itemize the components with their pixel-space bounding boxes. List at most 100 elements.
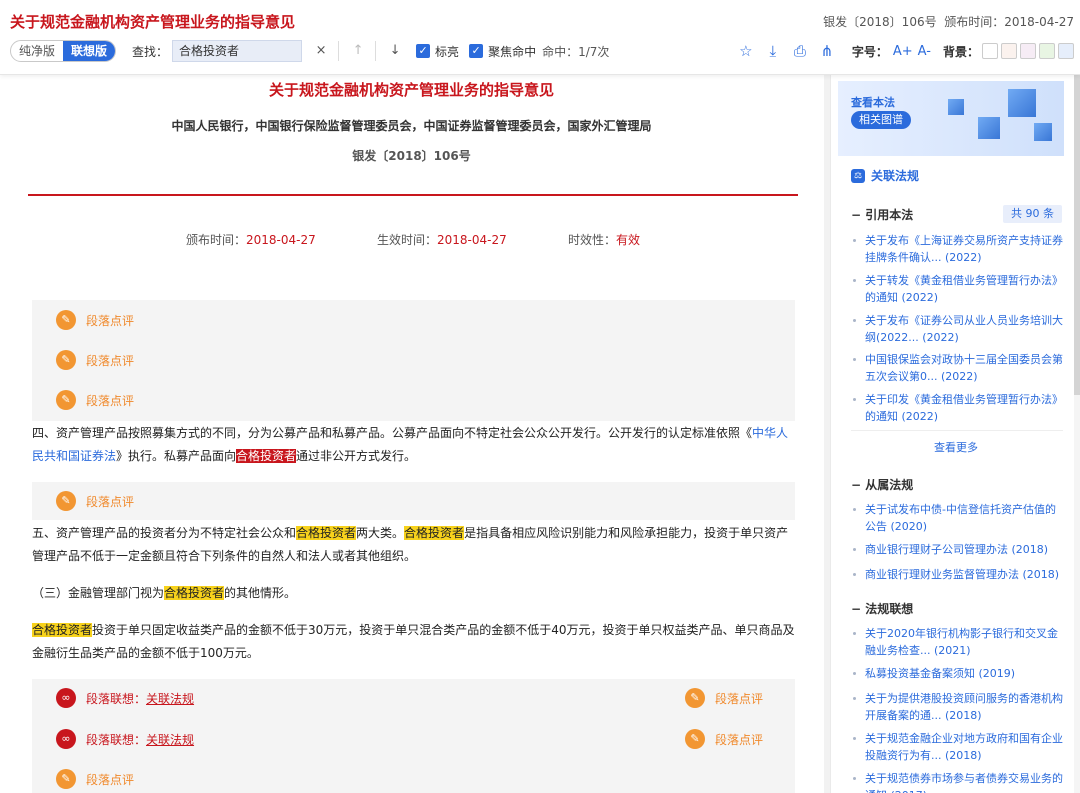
share-icon[interactable]: ⋔ bbox=[816, 40, 838, 62]
search-hit: 合格投资者 bbox=[296, 526, 357, 540]
sidebar-scrollbar[interactable] bbox=[1074, 75, 1080, 793]
sub-item[interactable]: 关于试发布中债-中信登信托资产估值的公告 (2020) bbox=[851, 501, 1063, 535]
article-issuers: 中国人民银行，中国银行保险监督管理委员会，中国证券监督管理委员会，国家外汇管理局 bbox=[171, 119, 652, 133]
paragraph-comment-button[interactable]: ✎ 段落点评 bbox=[56, 769, 134, 789]
assoc-item[interactable]: 关于规范债券市场参与者债券交易业务的通知 (2017) bbox=[851, 770, 1063, 793]
section-title-text: 关联法规 bbox=[871, 169, 920, 183]
paragraph-comment-button[interactable]: ✎ 段落点评 bbox=[56, 350, 134, 370]
paragraph-comment-button[interactable]: ✎ 段落点评 bbox=[685, 688, 763, 708]
document-tools: ☆ ⤓ ⎙ ⋔ 字号： A+ A- 背景： bbox=[730, 40, 1074, 62]
cite-item[interactable]: 关于印发《黄金租借业务管理暂行办法》的通知 (2022) bbox=[851, 391, 1063, 425]
assoc-item[interactable]: 关于规范金融企业对地方政府和国有企业投融资行为有... (2018) bbox=[851, 730, 1063, 764]
paragraph-7: 合格投资者投资于单只固定收益类产品的金额不低于30万元，投资于单只混合类产品的金… bbox=[32, 619, 797, 665]
comment-label: 段落点评 bbox=[715, 691, 764, 706]
related-laws-sidebar: 查看本法 相关图谱 ⚖ 关联法规 − 引用本法 共 90 条 关于发布《上海证券交… bbox=[830, 75, 1080, 793]
font-increase-button[interactable]: A+ bbox=[893, 44, 913, 59]
cite-item[interactable]: 关于转发《黄金租借业务管理暂行办法》的通知 (2022) bbox=[851, 272, 1063, 306]
hit-count: 命中：1/7次 bbox=[542, 44, 610, 59]
paragraph-text: 的其他情形。 bbox=[224, 586, 297, 600]
assoc-item[interactable]: 关于为提供港股投资顾问服务的香港机构开展备案的通... (2018) bbox=[851, 690, 1063, 724]
sub-item[interactable]: 商业银行理财子公司管理办法 (2018) bbox=[851, 541, 1063, 558]
shield-icon: ⚖ bbox=[851, 168, 865, 183]
search-hit: 合格投资者 bbox=[164, 586, 225, 600]
highlight-label: 标亮 bbox=[435, 44, 460, 59]
assoc-group-title[interactable]: − 法规联想 bbox=[851, 600, 913, 617]
download-icon[interactable]: ⤓ bbox=[762, 40, 784, 62]
assoc-item[interactable]: 私募投资基金备案须知 (2019) bbox=[851, 665, 1063, 682]
title-divider bbox=[28, 194, 798, 196]
meta-status-label: 时效性： bbox=[568, 233, 617, 247]
comment-label: 段落点评 bbox=[715, 732, 764, 747]
cite-item[interactable]: 中国银保监会对政协十三届全国委员会第五次会议第0... (2022) bbox=[851, 351, 1063, 385]
next-hit-icon[interactable]: ↓ bbox=[384, 40, 406, 62]
highlight-checkbox[interactable]: ✓ bbox=[416, 44, 431, 58]
sub-group-label: 从属法规 bbox=[865, 478, 914, 492]
meta-status: 时效性：有效 bbox=[568, 231, 640, 248]
top-toolbar: 关于规范金融机构资产管理业务的指导意见 银发〔2018〕106号 颁布时间：20… bbox=[0, 0, 1080, 75]
cite-group-title[interactable]: − 引用本法 bbox=[851, 206, 913, 223]
document-title: 关于规范金融机构资产管理业务的指导意见 bbox=[10, 13, 296, 31]
background-label: 背景： bbox=[942, 44, 979, 59]
link-label: 段落联想： bbox=[86, 691, 147, 706]
comment-label: 段落点评 bbox=[86, 494, 135, 509]
graph-button[interactable]: 相关图谱 bbox=[851, 111, 911, 129]
favorite-star-icon[interactable]: ☆ bbox=[735, 40, 757, 62]
background-swatch[interactable] bbox=[1020, 43, 1036, 59]
background-swatch[interactable] bbox=[1001, 43, 1017, 59]
view-more-link[interactable]: 查看更多 bbox=[831, 439, 1080, 455]
previous-hit-icon[interactable]: ↑ bbox=[347, 40, 369, 62]
article-doc-number: 银发〔2018〕106号 bbox=[352, 149, 471, 163]
sub-group-title[interactable]: − 从属法规 bbox=[851, 476, 913, 493]
scrollbar-thumb[interactable] bbox=[1074, 75, 1080, 395]
background-swatches bbox=[979, 43, 1074, 59]
assoc-item[interactable]: 关于2020年银行机构影子银行和交叉金融业务检查... (2021) bbox=[851, 625, 1063, 659]
paragraph-link-button[interactable]: ∞ 段落联想： 关联法规 bbox=[56, 688, 194, 708]
background-swatch[interactable] bbox=[982, 43, 998, 59]
cite-item[interactable]: 关于发布《证券公司从业人员业务培训大纲(2022... (2022) bbox=[851, 312, 1063, 346]
meta-issue-value: 2018-04-27 bbox=[246, 233, 316, 247]
paragraph-comment-button[interactable]: ✎ 段落点评 bbox=[56, 390, 134, 410]
paragraph-comment-button[interactable]: ✎ 段落点评 bbox=[56, 310, 134, 330]
edit-icon: ✎ bbox=[56, 350, 76, 370]
related-laws-link[interactable]: 关联法规 bbox=[146, 731, 194, 748]
background-swatch[interactable] bbox=[1039, 43, 1055, 59]
related-laws-link[interactable]: 关联法规 bbox=[146, 690, 194, 707]
clear-search-icon[interactable]: × bbox=[310, 40, 332, 62]
document-meta: 银发〔2018〕106号 颁布时间：2018-04-27 bbox=[823, 13, 1074, 30]
meta-issue-date: 颁布时间：2018-04-27 bbox=[186, 231, 316, 248]
paragraph-text: （三）金融管理部门视为 bbox=[32, 586, 165, 600]
paragraph-text: 》执行。私募产品面向 bbox=[116, 449, 237, 463]
mode-plain-button[interactable]: 纯净版 bbox=[11, 41, 63, 61]
comment-label: 段落点评 bbox=[86, 353, 135, 368]
mode-linked-button[interactable]: 联想版 bbox=[63, 41, 116, 61]
find-label: 查找： bbox=[132, 44, 169, 59]
sub-item[interactable]: 商业银行理财业务监督管理办法 (2018) bbox=[851, 566, 1063, 583]
paragraph-text: 两大类。 bbox=[356, 526, 405, 540]
divider bbox=[338, 41, 340, 61]
graph-banner[interactable]: 查看本法 相关图谱 bbox=[838, 81, 1064, 156]
decor-cube bbox=[1008, 89, 1036, 117]
cite-item[interactable]: 关于发布《上海证券交易所资产支持证券挂牌条件确认... (2022) bbox=[851, 232, 1063, 266]
decor-cube bbox=[1034, 123, 1052, 141]
paragraph-link-button[interactable]: ∞ 段落联想： 关联法规 bbox=[56, 729, 194, 749]
doc-number: 银发〔2018〕106号 bbox=[823, 15, 937, 29]
divider bbox=[851, 430, 1063, 431]
focus-hit-checkbox[interactable]: ✓ bbox=[469, 44, 484, 58]
meta-status-value: 有效 bbox=[616, 233, 641, 247]
print-icon[interactable]: ⎙ bbox=[789, 40, 811, 62]
paragraph-4: 四、资产管理产品按照募集方式的不同，分为公募产品和私募产品。公募产品面向不特定社… bbox=[32, 422, 797, 468]
paragraph-text: 投资于单只固定收益类产品的金额不低于30万元，投资于单只混合类产品的金额不低于4… bbox=[32, 623, 795, 660]
paragraph-comment-button[interactable]: ✎ 段落点评 bbox=[56, 491, 134, 511]
edit-icon: ✎ bbox=[685, 688, 705, 708]
issue-label: 颁布时间： bbox=[944, 15, 1005, 29]
focus-hit-label: 聚焦命中 bbox=[488, 44, 537, 59]
font-decrease-button[interactable]: A- bbox=[918, 44, 931, 59]
background-swatch[interactable] bbox=[1058, 43, 1074, 59]
paragraph-comment-button[interactable]: ✎ 段落点评 bbox=[685, 729, 763, 749]
search-input[interactable]: 合格投资者 bbox=[172, 40, 303, 62]
article-title: 关于规范金融机构资产管理业务的指导意见 bbox=[268, 81, 554, 99]
edit-icon: ✎ bbox=[56, 769, 76, 789]
comment-label: 段落点评 bbox=[86, 313, 135, 328]
decor-cube bbox=[948, 99, 964, 115]
edit-icon: ✎ bbox=[685, 729, 705, 749]
